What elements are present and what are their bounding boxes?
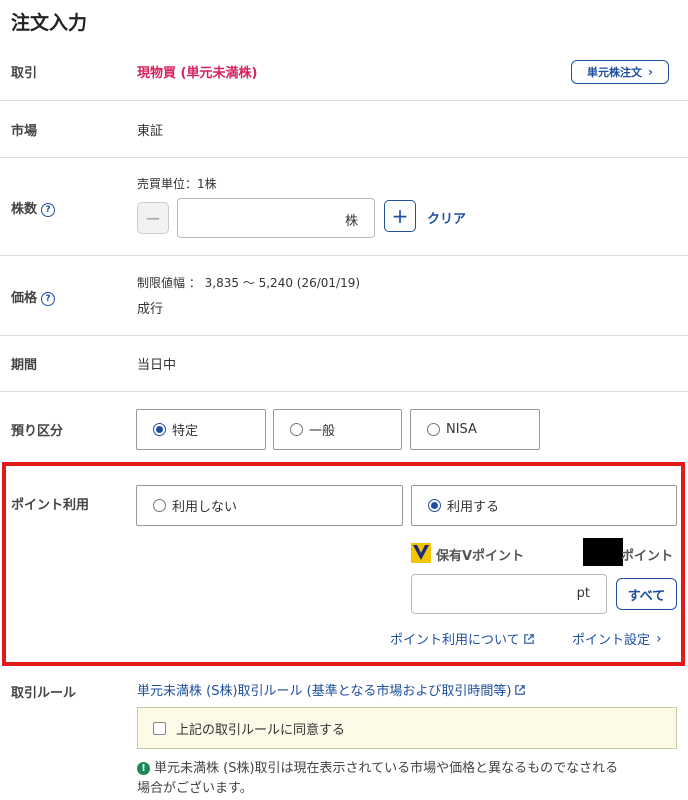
divider xyxy=(0,335,688,336)
radio-icon xyxy=(153,499,166,512)
radio-selected-icon xyxy=(428,499,441,512)
clear-link[interactable]: クリア xyxy=(427,208,466,227)
agree-label: 上記の取引ルールに同意する xyxy=(176,722,346,738)
agree-checkbox[interactable] xyxy=(153,721,166,735)
price-label: 価格? xyxy=(11,287,56,306)
points-about-text: ポイント利用について xyxy=(390,633,520,648)
unit-order-button[interactable]: 単元株注文 › xyxy=(571,60,669,84)
divider xyxy=(0,391,688,392)
shares-label-text: 株数 xyxy=(11,202,38,217)
help-icon[interactable]: ? xyxy=(41,291,56,306)
points-input[interactable]: pt xyxy=(411,574,607,614)
shares-unit: 株 xyxy=(344,214,358,229)
period-value: 当日中 xyxy=(137,358,177,373)
points-settings-text: ポイント設定 xyxy=(572,633,651,648)
period-label: 期間 xyxy=(11,358,38,373)
radio-selected-icon xyxy=(153,423,166,436)
price-label-text: 価格 xyxy=(11,291,38,306)
page-title: 注文入力 xyxy=(11,12,88,34)
vpoint-logo-icon xyxy=(411,543,431,563)
held-points-label: 保有Vポイント xyxy=(436,549,525,564)
external-link-icon xyxy=(523,633,534,644)
rules-note: ! 単元未満株 (S株)取引は現在表示されている市場や価格と異なるものでなされる … xyxy=(137,759,618,799)
points-option-label: 利用する xyxy=(447,500,500,515)
divider xyxy=(0,255,688,256)
price-range: 制限値幅 ： 3,835 〜 5,240 (26/01/19) xyxy=(137,276,361,290)
shares-label: 株数? xyxy=(11,198,56,217)
rules-note-line2: 場合がございます。 xyxy=(137,781,253,796)
radio-icon xyxy=(290,423,303,436)
divider xyxy=(0,100,688,101)
external-link-icon xyxy=(515,684,526,695)
account-option-ippan[interactable]: 一般 xyxy=(273,409,402,450)
shares-input[interactable]: 株 xyxy=(177,198,375,238)
use-all-points-button[interactable]: すべて xyxy=(616,578,677,610)
points-option-label: 利用しない xyxy=(172,500,238,515)
chevron-right-icon: › xyxy=(656,630,662,647)
trade-label: 取引 xyxy=(11,66,38,81)
agree-rules-checkbox-row[interactable]: 上記の取引ルールに同意する xyxy=(137,707,677,749)
radio-icon xyxy=(427,423,440,436)
account-option-tokutei[interactable]: 特定 xyxy=(136,409,266,450)
points-option-none[interactable]: 利用しない xyxy=(136,485,403,526)
market-label: 市場 xyxy=(11,124,38,139)
redacted-points-value xyxy=(583,538,623,566)
account-option-nisa[interactable]: NISA xyxy=(410,409,540,450)
rules-label: 取引ルール xyxy=(11,686,77,701)
account-option-label: NISA xyxy=(446,422,477,437)
help-icon[interactable]: ? xyxy=(41,202,56,217)
exclamation-icon: ! xyxy=(137,762,150,775)
points-input-unit: pt xyxy=(576,586,590,601)
held-points-unit: ポイント xyxy=(621,549,674,564)
price-type: 成行 xyxy=(137,302,164,317)
rules-link[interactable]: 単元未満株 (S株)取引ルール (基準となる市場および取引時間等) xyxy=(137,680,526,699)
trade-unit: 売買単位：1株 xyxy=(137,177,217,191)
rules-note-line1: 単元未満株 (S株)取引は現在表示されている市場や価格と異なるものでなされる xyxy=(154,761,619,776)
points-label: ポイント利用 xyxy=(11,498,90,513)
account-label: 預り区分 xyxy=(11,424,64,439)
divider xyxy=(0,157,688,158)
unit-order-label: 単元株注文 xyxy=(587,66,643,79)
points-about-link[interactable]: ポイント利用について xyxy=(390,629,534,648)
market-value: 東証 xyxy=(137,124,164,139)
account-option-label: 一般 xyxy=(309,424,336,439)
decrement-button[interactable]: − xyxy=(137,202,169,234)
trade-type: 現物買 (単元未満株) xyxy=(137,66,258,81)
increment-button[interactable]: + xyxy=(384,200,416,232)
chevron-right-icon: › xyxy=(648,65,653,79)
points-option-use[interactable]: 利用する xyxy=(411,485,677,526)
account-option-label: 特定 xyxy=(172,424,199,439)
rules-link-text: 単元未満株 (S株)取引ルール (基準となる市場および取引時間等) xyxy=(137,684,512,699)
points-settings-link[interactable]: ポイント設定 › xyxy=(572,629,662,649)
